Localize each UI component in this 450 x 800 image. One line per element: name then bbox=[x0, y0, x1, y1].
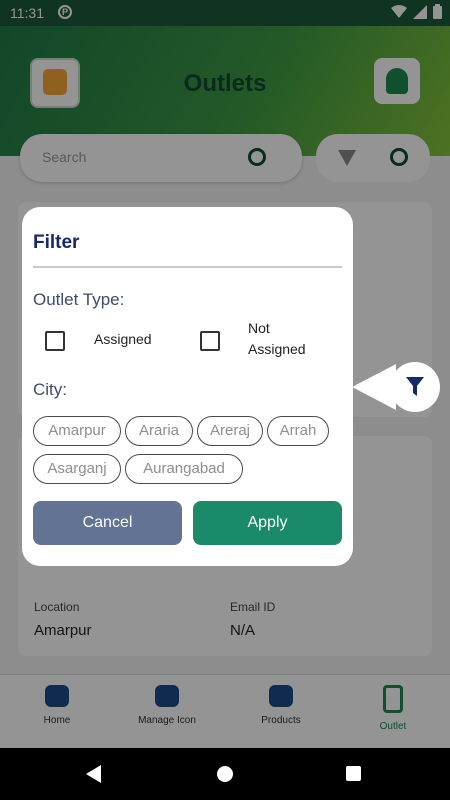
filter-dialog: Filter Outlet Type: Assigned Not Assigne… bbox=[22, 207, 353, 566]
filter-icon bbox=[406, 377, 424, 396]
home-button-icon[interactable] bbox=[217, 766, 233, 782]
city-chip[interactable]: Aurangabad bbox=[125, 454, 243, 484]
city-chip[interactable]: Arrah bbox=[267, 416, 329, 446]
city-chip[interactable]: Amarpur bbox=[33, 416, 121, 446]
assigned-label[interactable]: Assigned bbox=[94, 329, 152, 350]
system-nav-bar bbox=[0, 748, 450, 800]
filter-fab[interactable] bbox=[390, 362, 440, 412]
city-chip[interactable]: Araria bbox=[125, 416, 193, 446]
city-chip[interactable]: Areraj bbox=[197, 416, 263, 446]
city-chip[interactable]: Asarganj bbox=[33, 454, 121, 484]
cancel-button[interactable]: Cancel bbox=[33, 501, 182, 545]
not-assigned-label[interactable]: Not Assigned bbox=[248, 318, 306, 360]
assigned-checkbox[interactable] bbox=[45, 331, 65, 351]
city-label: City: bbox=[33, 380, 67, 399]
outlet-type-label: Outlet Type: bbox=[33, 290, 125, 309]
apply-button[interactable]: Apply bbox=[193, 501, 342, 545]
recents-icon[interactable] bbox=[346, 766, 361, 781]
not-assigned-checkbox[interactable] bbox=[200, 331, 220, 351]
title-divider bbox=[33, 266, 342, 268]
back-icon[interactable] bbox=[86, 765, 101, 783]
dialog-title: Filter bbox=[33, 232, 80, 253]
